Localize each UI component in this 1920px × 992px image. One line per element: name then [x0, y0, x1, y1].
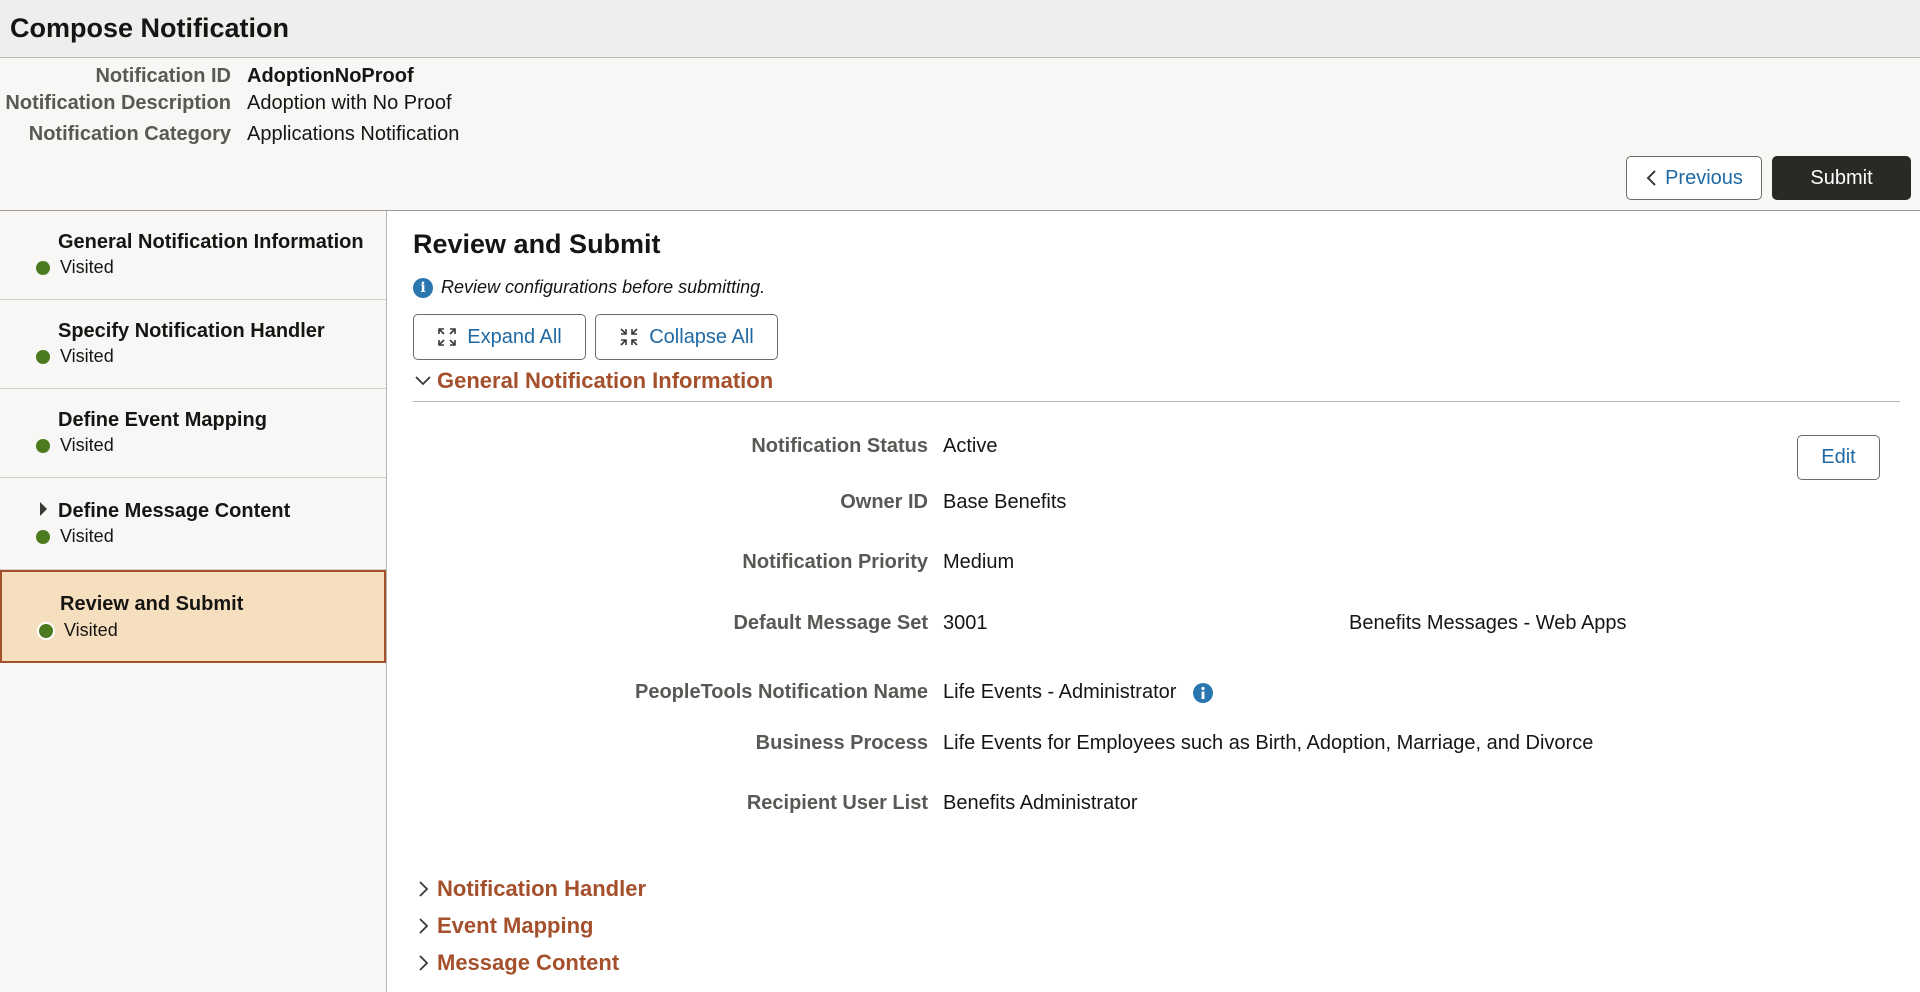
step-status: Visited — [60, 526, 114, 546]
step-title: Review and Submit — [60, 593, 244, 615]
step-specify-notification-handler[interactable]: Specify Notification Handler Visited — [0, 300, 386, 389]
notification-id-value: AdoptionNoProof — [247, 65, 414, 87]
section-divider — [413, 401, 1900, 402]
step-status: Visited — [64, 620, 118, 640]
chevron-left-icon — [1646, 170, 1656, 186]
field-value: Life Events for Employees such as Birth,… — [943, 732, 1594, 754]
step-review-and-submit[interactable]: Review and Submit Visited — [0, 570, 386, 663]
edit-button[interactable]: Edit — [1797, 435, 1880, 480]
chevron-right-icon — [413, 879, 433, 899]
field-label: Owner ID — [840, 491, 928, 513]
field-value: 3001 — [943, 612, 988, 634]
page-title: Compose Notification — [10, 13, 290, 43]
field-value: Life Events - Administrator — [943, 681, 1177, 703]
collapse-icon — [620, 328, 638, 346]
step-status: Visited — [60, 257, 114, 277]
visited-status-icon — [39, 624, 53, 638]
field-value: Medium — [943, 551, 1015, 573]
header-row-category: Notification Category Applications Notif… — [0, 123, 700, 151]
field-value-wrapper: Life Events - Administrator — [943, 681, 1214, 704]
main-title: Review and Submit — [413, 229, 661, 259]
section-notification-handler[interactable]: Notification Handler — [413, 876, 646, 902]
visited-status-icon — [36, 350, 50, 364]
step-status: Visited — [60, 435, 114, 455]
previous-button[interactable]: Previous — [1626, 156, 1762, 200]
visited-status-icon — [36, 530, 50, 544]
step-define-event-mapping[interactable]: Define Event Mapping Visited — [0, 389, 386, 478]
section-title: Event Mapping — [437, 913, 594, 938]
message-set-description: Benefits Messages - Web Apps — [1349, 612, 1627, 634]
step-navigation: General Notification Information Visited… — [0, 211, 387, 992]
expand-all-button[interactable]: Expand All — [413, 314, 586, 360]
step-title: Specify Notification Handler — [58, 320, 325, 342]
caret-right-icon[interactable] — [40, 502, 47, 516]
field-label: Recipient User List — [746, 792, 928, 814]
header-row-description: Notification Description Adoption with N… — [0, 92, 700, 120]
expand-icon — [438, 328, 457, 346]
title-bar: Compose Notification — [0, 0, 1920, 58]
visited-status-icon — [36, 439, 50, 453]
info-icon[interactable] — [1192, 682, 1214, 704]
section-title: Message Content — [437, 950, 620, 975]
section-event-mapping[interactable]: Event Mapping — [413, 913, 593, 939]
notification-description-value: Adoption with No Proof — [247, 92, 452, 114]
expand-all-label: Expand All — [467, 325, 562, 348]
field-value: Benefits Administrator — [943, 792, 1138, 814]
notification-id-label: Notification ID — [95, 65, 231, 87]
step-title: Define Event Mapping — [58, 409, 267, 431]
step-status: Visited — [60, 346, 114, 366]
previous-button-label: Previous — [1665, 166, 1743, 189]
step-define-message-content[interactable]: Define Message Content Visited — [0, 478, 386, 570]
field-label: Notification Status — [751, 435, 928, 457]
notification-category-label: Notification Category — [28, 123, 231, 145]
step-title: Define Message Content — [58, 500, 291, 522]
field-value: Base Benefits — [943, 491, 1067, 513]
section-general-notification-information[interactable]: General Notification Information — [413, 368, 773, 394]
submit-button-label: Submit — [1810, 166, 1873, 189]
field-label: Default Message Set — [733, 612, 928, 634]
collapse-all-label: Collapse All — [649, 325, 754, 348]
chevron-right-icon — [413, 916, 433, 936]
section-title: Notification Handler — [437, 876, 647, 901]
info-message: i Review configurations before submittin… — [413, 277, 765, 298]
main-panel: Review and Submit i Review configuration… — [387, 211, 1920, 992]
notification-category-value: Applications Notification — [247, 123, 460, 145]
chevron-down-icon — [413, 371, 433, 391]
field-value: Active — [943, 435, 998, 457]
info-icon: i — [413, 277, 433, 298]
visited-status-icon — [36, 261, 50, 275]
notification-description-label: Notification Description — [5, 92, 231, 114]
edit-button-label: Edit — [1821, 446, 1856, 468]
submit-button[interactable]: Submit — [1772, 156, 1911, 200]
step-title: General Notification Information — [58, 231, 364, 253]
field-label: Business Process — [755, 732, 928, 754]
collapse-all-button[interactable]: Collapse All — [595, 314, 778, 360]
field-label: Notification Priority — [742, 551, 928, 573]
chevron-right-icon — [413, 953, 433, 973]
step-general-notification-information[interactable]: General Notification Information Visited — [0, 211, 386, 300]
field-label: PeopleTools Notification Name — [635, 681, 928, 703]
header-row-id: Notification ID AdoptionNoProof — [0, 65, 700, 93]
section-message-content[interactable]: Message Content — [413, 950, 619, 976]
section-title: General Notification Information — [437, 368, 774, 393]
info-message-text: Review configurations before submitting. — [441, 277, 766, 297]
